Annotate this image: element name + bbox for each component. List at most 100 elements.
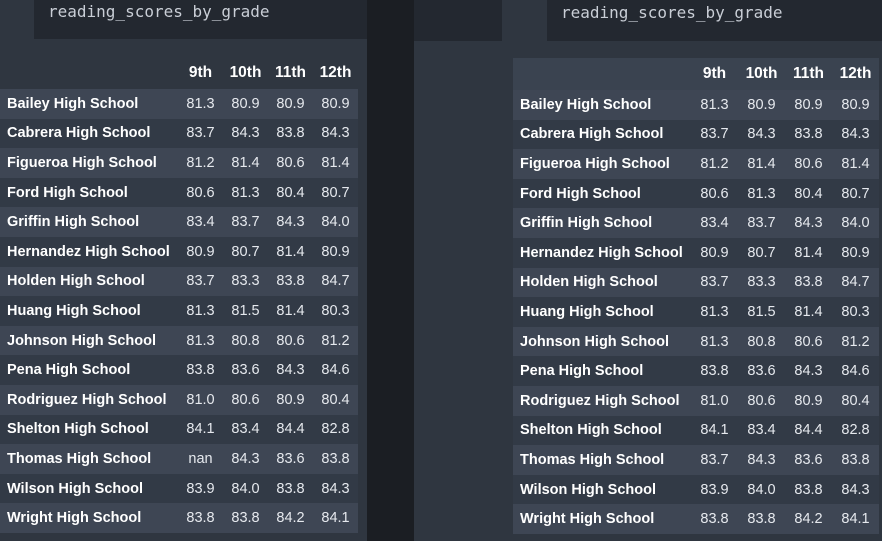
column-header: 10th [745, 65, 778, 82]
table-row: Hernandez High School 80.9 80.7 81.4 80.9 [513, 237, 879, 268]
score-cell: 83.8 [794, 126, 823, 143]
table-row: Ford High School 80.6 81.3 80.4 80.7 [0, 177, 358, 208]
score-cell: 81.3 [700, 303, 729, 320]
column-header: 9th [188, 64, 213, 81]
score-cell: 80.6 [231, 391, 260, 408]
score-cell: 83.8 [276, 125, 305, 142]
score-cell: 83.6 [276, 450, 305, 467]
score-cell: 80.6 [186, 184, 215, 201]
table-row: Holden High School 83.7 83.3 83.8 84.7 [0, 266, 358, 297]
column-header: 9th [702, 65, 727, 82]
score-cell: nan [188, 450, 213, 467]
table-row: Johnson High School 81.3 80.8 80.6 81.2 [0, 325, 358, 356]
table-row: Ford High School 80.6 81.3 80.4 80.7 [513, 178, 879, 209]
score-cell: 83.9 [186, 480, 215, 497]
table-row: Thomas High School nan 84.3 83.6 83.8 [0, 444, 358, 474]
school-name: Griffin High School [7, 214, 140, 231]
score-cell: 84.3 [747, 451, 776, 468]
score-cell: 80.4 [794, 185, 823, 202]
score-cell: 80.9 [231, 95, 260, 112]
table-row: Cabrera High School 83.7 84.3 83.8 84.3 [513, 119, 879, 150]
school-name: Hernandez High School [7, 243, 170, 260]
school-name: Wilson High School [7, 480, 144, 497]
table-body: Bailey High School 81.3 80.9 80.9 80.9 Cabrer… [513, 90, 879, 534]
school-name: Huang High School [520, 303, 654, 320]
school-name: Cabrera High School [520, 126, 664, 143]
score-cell: 83.8 [794, 274, 823, 291]
score-cell: 81.0 [700, 392, 729, 409]
score-cell: 80.6 [276, 332, 305, 349]
score-cell: 80.3 [841, 303, 870, 320]
table-row: Hernandez High School 80.9 80.7 81.4 80.9 [0, 236, 358, 267]
score-cell: 83.4 [231, 421, 260, 438]
score-cell: 83.7 [700, 451, 729, 468]
school-name: Holden High School [7, 273, 145, 290]
score-cell: 84.4 [276, 421, 305, 438]
school-name: Pena High School [7, 362, 131, 379]
left-notebook-output: reading_scores_by_grade 9th 10th 11th 12… [0, 0, 367, 541]
school-name: Bailey High School [520, 96, 652, 113]
score-cell: 80.6 [747, 392, 776, 409]
score-cell: 80.7 [841, 185, 870, 202]
table-row: Wilson High School 83.9 84.0 83.8 84.3 [0, 473, 358, 504]
school-name: Figueroa High School [7, 154, 157, 171]
table-row: Figueroa High School 81.2 81.4 80.6 81.4 [513, 149, 879, 179]
score-cell: 80.8 [747, 333, 776, 350]
table-body: Bailey High School 81.3 80.9 80.9 80.9 Cabrer… [0, 89, 358, 533]
score-cell: 80.7 [321, 184, 350, 201]
score-cell: 80.3 [321, 302, 350, 319]
score-cell: 83.8 [700, 363, 729, 380]
index-header [513, 58, 691, 90]
score-cell: 81.3 [186, 332, 215, 349]
score-cell: 81.4 [231, 154, 260, 171]
code-cell[interactable]: reading_scores_by_grade [34, 0, 367, 39]
school-name: Thomas High School [520, 451, 665, 468]
score-cell: 81.3 [747, 185, 776, 202]
score-cell: 83.8 [747, 511, 776, 528]
score-cell: 84.3 [794, 363, 823, 380]
school-name: Griffin High School [520, 215, 653, 232]
score-cell: 80.9 [794, 96, 823, 113]
school-name: Pena High School [520, 363, 644, 380]
column-header: 12th [319, 64, 352, 81]
table-row: Huang High School 81.3 81.5 81.4 80.3 [513, 297, 879, 327]
school-name: Thomas High School [7, 450, 152, 467]
score-cell: 83.8 [700, 511, 729, 528]
table-row: Huang High School 81.3 81.5 81.4 80.3 [0, 296, 358, 326]
score-cell: 84.2 [276, 510, 305, 527]
score-cell: 80.9 [700, 244, 729, 261]
school-name: Holden High School [520, 274, 658, 291]
dataframe-table: 9th 10th 11th 12th Bailey High School 81.… [513, 58, 879, 534]
table-row: Wright High School 83.8 83.8 84.2 84.1 [0, 503, 358, 533]
score-cell: 83.8 [276, 273, 305, 290]
score-cell: 81.4 [747, 155, 776, 172]
score-cell: 84.0 [747, 481, 776, 498]
school-name: Rodriguez High School [7, 391, 167, 408]
score-cell: 80.7 [747, 244, 776, 261]
table-row: Bailey High School 81.3 80.9 80.9 80.9 [513, 90, 879, 120]
score-cell: 83.8 [186, 362, 215, 379]
score-cell: 83.6 [231, 362, 260, 379]
score-cell: 80.4 [276, 184, 305, 201]
score-cell: 83.7 [700, 126, 729, 143]
score-cell: 81.4 [841, 155, 870, 172]
table-row: Rodriguez High School 81.0 80.6 80.9 80.4 [513, 385, 879, 416]
score-cell: 83.4 [186, 214, 215, 231]
index-header [0, 57, 178, 89]
column-header: 11th [274, 64, 306, 81]
score-cell: 80.7 [231, 243, 260, 260]
score-cell: 80.8 [231, 332, 260, 349]
code-cell[interactable]: reading_scores_by_grade [547, 0, 882, 41]
score-cell: 81.3 [231, 184, 260, 201]
score-cell: 81.5 [231, 302, 260, 319]
score-cell: 84.1 [321, 510, 350, 527]
score-cell: 81.4 [321, 154, 350, 171]
school-name: Ford High School [7, 184, 128, 201]
table-row: Pena High School 83.8 83.6 84.3 84.6 [0, 355, 358, 385]
score-cell: 83.6 [747, 363, 776, 380]
score-cell: 84.0 [231, 480, 260, 497]
score-cell: 80.9 [841, 244, 870, 261]
score-cell: 83.8 [321, 450, 350, 467]
score-cell: 81.3 [186, 95, 215, 112]
score-cell: 80.9 [321, 243, 350, 260]
